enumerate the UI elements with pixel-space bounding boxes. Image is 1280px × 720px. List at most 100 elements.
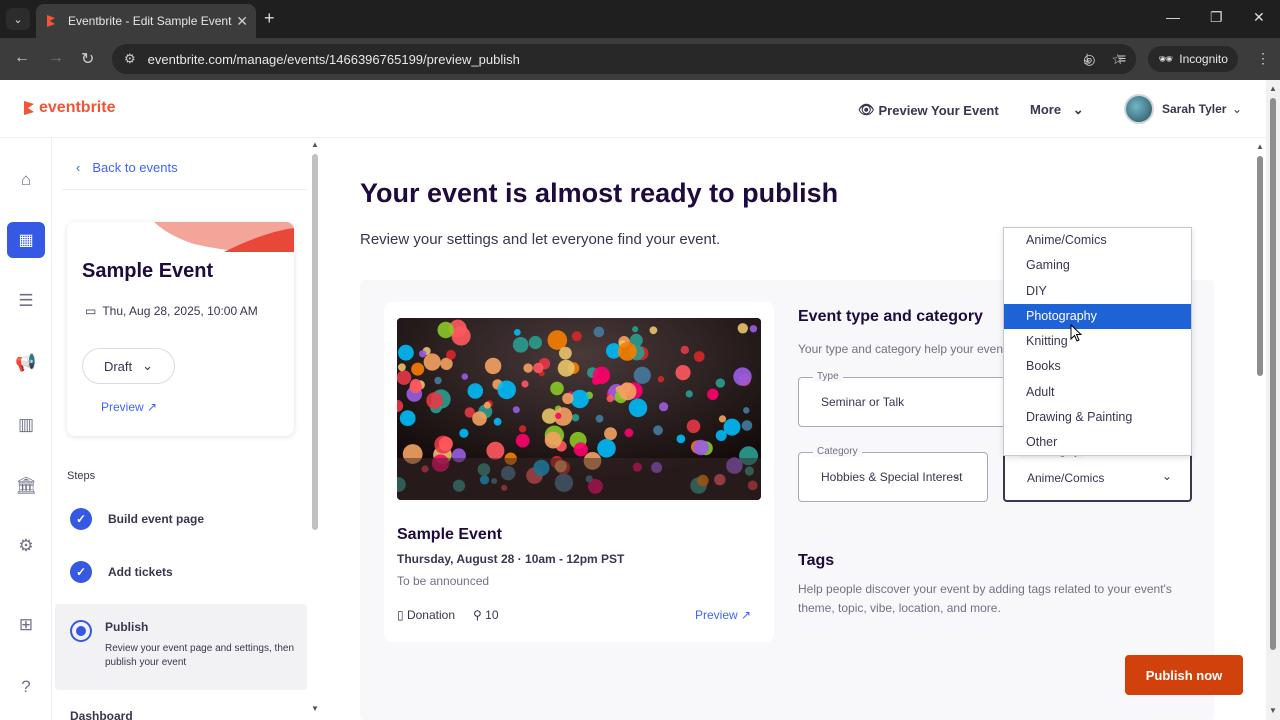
step-build-event-page[interactable]: ✓ Build event page: [70, 508, 204, 530]
home-icon[interactable]: ⌂: [14, 168, 38, 192]
sidebar-scrollbar[interactable]: ▲ ▼: [310, 138, 320, 720]
eventbrite-favicon-icon: [47, 15, 55, 27]
dropdown-option[interactable]: Gaming: [1004, 253, 1191, 278]
external-link-icon: ↗: [147, 400, 158, 414]
dropdown-option[interactable]: Anime/Comics: [1004, 228, 1191, 253]
step-publish[interactable]: Publish Review your event page and setti…: [55, 604, 307, 690]
event-date: ▭ Thu, Aug 28, 2025, 10:00 AM: [85, 304, 258, 318]
checkmark-icon: ✓: [70, 561, 92, 583]
subcategory-dropdown-list[interactable]: Anime/Comics Gaming DIY Photography Knitting…: [1003, 227, 1192, 456]
chevron-down-icon: ⌄: [950, 468, 961, 482]
sidebar-scroll-thumb[interactable]: [312, 154, 318, 530]
event-title: Sample Event: [82, 260, 214, 282]
media-icon[interactable]: ≡: [1118, 50, 1126, 66]
user-name[interactable]: Sarah Tyler: [1162, 102, 1226, 116]
settings-gear-icon[interactable]: ⚙: [14, 534, 38, 558]
restore-icon[interactable]: ❐: [1210, 9, 1223, 26]
dropdown-option[interactable]: Other: [1004, 430, 1191, 455]
category-label: Category: [813, 446, 862, 457]
eventbrite-logo[interactable]: eventbrite: [22, 99, 115, 117]
page-scroll-thumb[interactable]: [1270, 98, 1276, 650]
type-label: Type: [813, 371, 843, 382]
main-scrollbar[interactable]: ▲: [1254, 138, 1266, 720]
tab-close-icon[interactable]: ✕: [236, 13, 248, 30]
new-tab-icon[interactable]: +: [264, 8, 275, 29]
preview-your-event-label: Preview Your Event: [878, 102, 999, 118]
address-bar[interactable]: ⚙ eventbrite.com/manage/events/146639676…: [112, 44, 1136, 74]
icon-rail: ⌂ ▦ ☰ 📢 ▥ 🏛 ⚙ ⊞ ?: [0, 138, 52, 720]
chevron-down-icon: ⌄: [1072, 102, 1084, 117]
subcategory-select[interactable]: Subcategory Anime/Comics ⌄: [1003, 447, 1192, 502]
orders-list-icon[interactable]: ☰: [14, 289, 38, 313]
dropdown-option[interactable]: Photography: [1004, 303, 1191, 330]
donation-info: ▯ Donation: [397, 608, 455, 622]
event-preview-card: Sample Event Thursday, August 28 · 10am …: [384, 302, 774, 642]
preview-event-location: To be announced: [397, 574, 490, 588]
step-label: Add tickets: [108, 565, 173, 579]
tab-search-icon[interactable]: ⌄: [6, 8, 30, 30]
sidebar-preview-link[interactable]: Preview ↗: [101, 400, 157, 414]
minimize-icon[interactable]: —: [1166, 9, 1180, 25]
dropdown-option[interactable]: Knitting: [1004, 329, 1191, 354]
help-icon[interactable]: ?: [14, 675, 38, 699]
user-menu-chevron-icon[interactable]: ⌄: [1232, 102, 1242, 116]
back-label: Back to events: [92, 160, 178, 175]
calendar-icon: ▭: [85, 304, 97, 318]
url-text[interactable]: eventbrite.com/manage/events/14663967651…: [148, 52, 1068, 67]
dropdown-option[interactable]: DIY: [1004, 279, 1191, 304]
publish-now-button[interactable]: Publish now: [1125, 655, 1243, 695]
card-decoration: [154, 222, 294, 252]
external-link-icon: ↗: [741, 608, 752, 622]
incognito-icon: 🕶: [1158, 52, 1174, 66]
browser-toolbar: ← → ↻ ⚙ eventbrite.com/manage/events/146…: [0, 38, 1280, 80]
card-preview-link[interactable]: Preview ↗: [695, 608, 751, 622]
forward-arrow-icon[interactable]: →: [48, 49, 64, 67]
donation-label: Donation: [406, 608, 455, 622]
category-value: Hobbies & Special Interest: [821, 470, 963, 484]
steps-heading: Steps: [67, 470, 96, 482]
events-calendar-icon[interactable]: ▦: [7, 222, 45, 258]
reload-icon[interactable]: ↻: [81, 49, 94, 69]
dropdown-option[interactable]: Adult: [1004, 380, 1191, 405]
status-label: Draft: [103, 358, 133, 374]
category-select[interactable]: Category Hobbies & Special Interest ⌄: [798, 446, 988, 502]
event-date-text: Thu, Aug 28, 2025, 10:00 AM: [102, 304, 258, 318]
browser-menu-icon[interactable]: ⋮: [1256, 50, 1270, 67]
event-type-section-desc: Your type and category help your event a…: [798, 342, 1008, 356]
preview-your-event-link[interactable]: 👁 Preview Your Event: [858, 102, 999, 118]
dropdown-option[interactable]: Books: [1004, 354, 1191, 379]
more-label: More: [1030, 102, 1062, 117]
incognito-badge[interactable]: 🕶 Incognito: [1148, 46, 1238, 72]
step-label: Publish: [105, 620, 149, 634]
browser-tab[interactable]: Eventbrite - Edit Sample Event ✕: [36, 4, 256, 38]
preview-label: Preview: [695, 608, 738, 622]
preview-label: Preview: [101, 400, 144, 414]
marketing-megaphone-icon[interactable]: 📢: [14, 351, 38, 375]
main-scroll-thumb[interactable]: [1257, 156, 1263, 376]
dashboard-link[interactable]: Dashboard: [70, 709, 133, 720]
step-add-tickets[interactable]: ✓ Add tickets: [70, 561, 173, 583]
dropdown-options: Anime/Comics Gaming DIY Photography Knitting…: [1004, 228, 1191, 455]
eventbrite-logo-icon: [24, 101, 34, 115]
logo-text: eventbrite: [39, 99, 116, 116]
preview-event-meta: ▯ Donation ⚲ 10: [397, 608, 499, 622]
dropdown-option[interactable]: Drawing & Painting: [1004, 405, 1191, 430]
more-menu[interactable]: More ⌄: [1030, 102, 1084, 118]
close-window-icon[interactable]: ✕: [1253, 9, 1265, 26]
status-dropdown[interactable]: Draft ⌄: [82, 348, 175, 384]
avatar[interactable]: [1124, 94, 1154, 124]
checkmark-icon: ✓: [70, 508, 92, 530]
site-info-icon[interactable]: ⚙: [124, 51, 136, 67]
back-arrow-icon[interactable]: ←: [14, 49, 30, 67]
reports-chart-icon[interactable]: ▥: [14, 413, 38, 437]
preview-event-date: Thursday, August 28 · 10am - 12pm PST: [397, 552, 625, 566]
ticket-icon: ▯: [397, 608, 404, 622]
event-sidebar: ‹ Back to events Sample Event ▭ Thu, Aug…: [52, 138, 310, 720]
download-icon[interactable]: ⤓: [1084, 50, 1090, 67]
back-to-events-link[interactable]: ‹ Back to events: [76, 160, 178, 175]
finance-bank-icon[interactable]: 🏛: [14, 474, 38, 498]
apps-grid-icon[interactable]: ⊞: [14, 613, 38, 637]
page-title: Your event is almost ready to publish: [360, 178, 839, 208]
page-scrollbar[interactable]: ▲ ▼: [1266, 80, 1280, 720]
capacity-value: 10: [485, 608, 499, 622]
